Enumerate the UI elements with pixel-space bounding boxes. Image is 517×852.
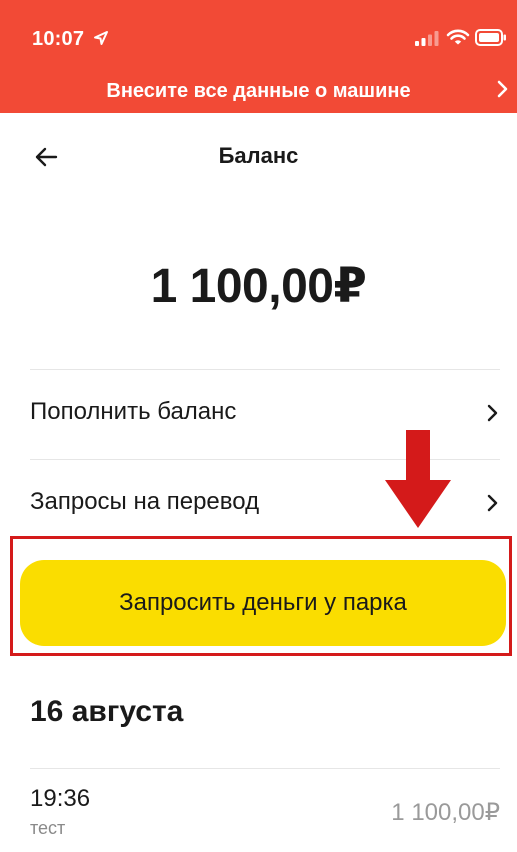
annotation-arrow-icon — [385, 430, 451, 528]
car-data-banner[interactable]: Внесите все данные о машине — [0, 80, 517, 103]
page-title: Баланс — [218, 143, 299, 168]
balance-amount: 1 100,00₽ — [150, 260, 367, 313]
battery-icon — [475, 29, 506, 46]
location-arrow-icon — [94, 31, 108, 45]
top-bar: 10:07 Внесите все данные о машине — [0, 0, 517, 113]
menu-item-label: Пополнить баланс — [30, 398, 237, 425]
history-date-heading: 16 августа — [30, 695, 184, 728]
status-time: 10:07 — [32, 28, 85, 50]
divider — [30, 768, 500, 769]
signal-icon — [415, 31, 439, 46]
wifi-icon — [446, 29, 470, 45]
chevron-right-icon — [487, 404, 498, 422]
chevron-right-icon — [487, 494, 498, 512]
annotation-highlight-box — [10, 536, 512, 656]
menu-item-label: Запросы на перевод — [30, 488, 260, 515]
transaction-description: тест — [30, 818, 66, 838]
transaction-amount: 1 100,00₽ — [391, 799, 500, 826]
chevron-right-icon[interactable] — [496, 80, 510, 98]
transaction-time: 19:36 — [30, 785, 91, 812]
